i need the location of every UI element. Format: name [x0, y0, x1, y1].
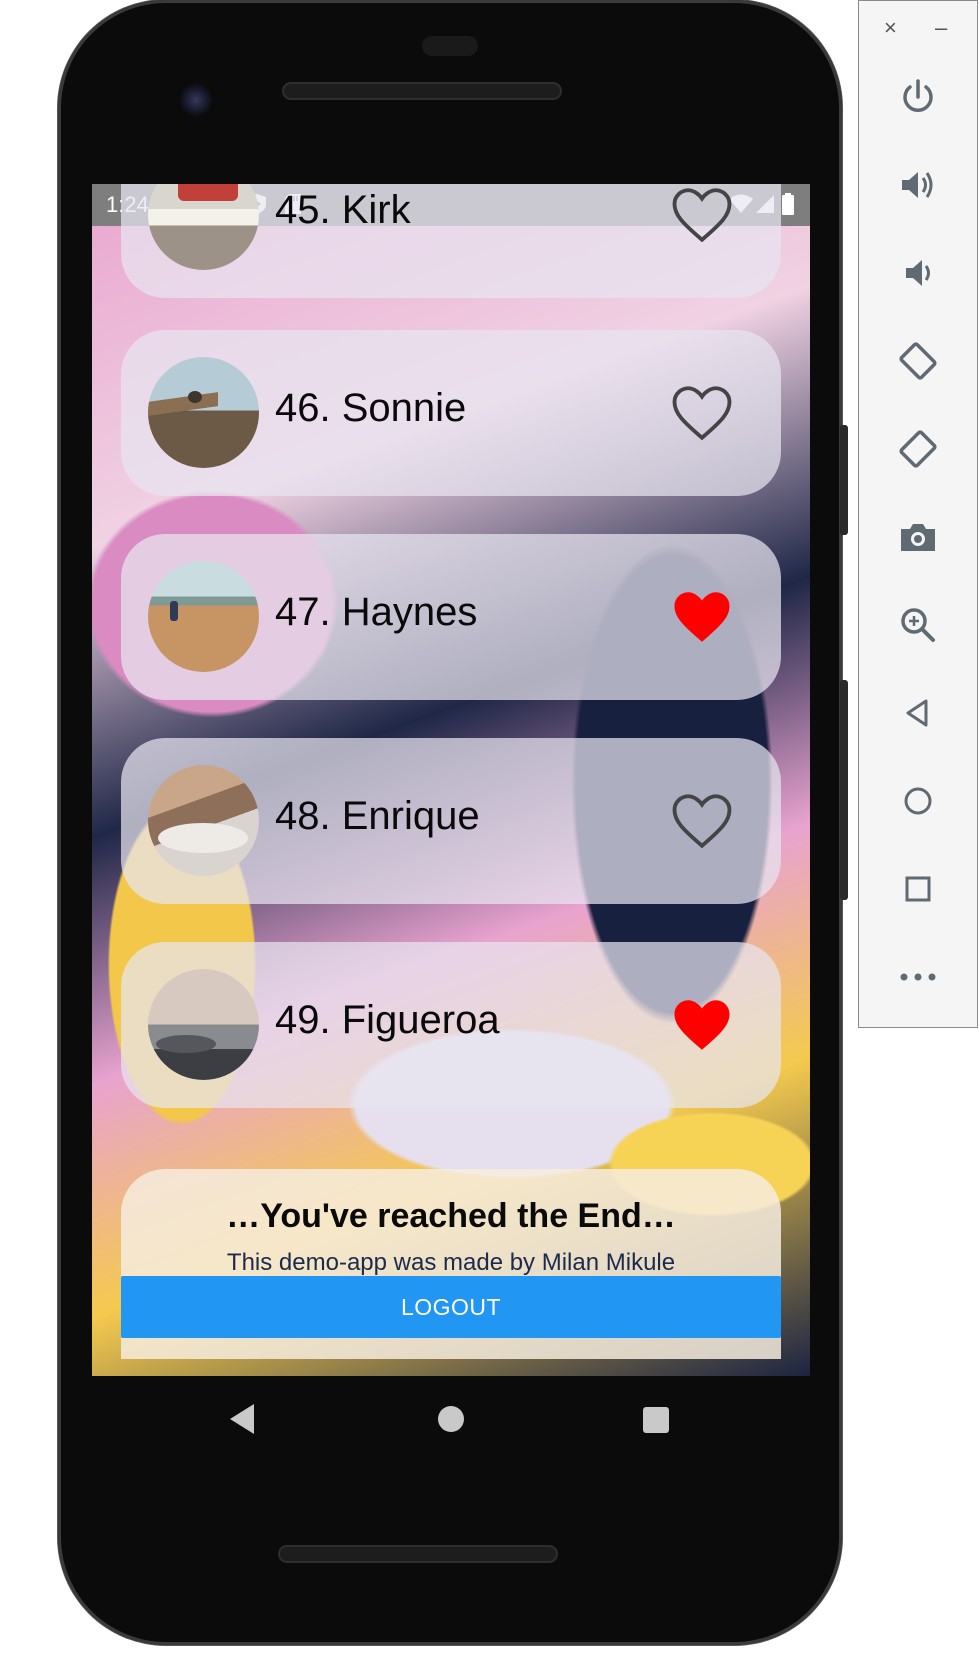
- earpiece: [422, 36, 478, 56]
- avatar: [148, 969, 259, 1080]
- battery-icon: [780, 193, 796, 215]
- power-side-button[interactable]: [840, 425, 848, 535]
- item-name: 49. Figueroa: [275, 998, 500, 1042]
- heart-outline-icon[interactable]: [669, 380, 735, 446]
- nav-back-icon[interactable]: [230, 1404, 254, 1434]
- heart-outline-icon[interactable]: [669, 788, 735, 854]
- avatar: [148, 357, 259, 468]
- nav-recents-icon[interactable]: [643, 1407, 669, 1433]
- volume-up-icon[interactable]: [859, 155, 977, 215]
- emulator-toolbar: × –: [858, 0, 978, 1028]
- bottom-speaker: [278, 1545, 558, 1563]
- overview-icon[interactable]: [859, 859, 977, 919]
- list-item[interactable]: 45. Kirk: [121, 184, 781, 298]
- android-nav-bar: [92, 1376, 810, 1460]
- app-screen: 1:24 A 45. Kirk: [92, 184, 810, 1376]
- list-item[interactable]: 47. Haynes: [121, 534, 781, 700]
- item-name: 45. Kirk: [275, 188, 411, 232]
- nav-home-icon[interactable]: [438, 1406, 464, 1432]
- item-name: 47. Haynes: [275, 590, 478, 634]
- rotate-left-icon[interactable]: [859, 331, 977, 391]
- screenshot-camera-icon[interactable]: [859, 507, 977, 567]
- avatar: [148, 765, 259, 876]
- heart-filled-icon[interactable]: [669, 584, 735, 650]
- front-camera: [178, 82, 214, 118]
- heart-filled-icon[interactable]: [669, 992, 735, 1058]
- item-name: 46. Sonnie: [275, 386, 467, 430]
- top-speaker: [282, 82, 562, 100]
- power-icon[interactable]: [859, 67, 977, 127]
- list-item[interactable]: 49. Figueroa: [121, 942, 781, 1108]
- back-icon[interactable]: [859, 683, 977, 743]
- list-item[interactable]: 48. Enrique: [121, 738, 781, 904]
- volume-down-icon[interactable]: [859, 243, 977, 303]
- volume-side-button[interactable]: [840, 680, 848, 900]
- avatar: [148, 184, 259, 270]
- end-title: …You've reached the End…: [226, 1197, 676, 1235]
- logout-button[interactable]: LOGOUT: [121, 1276, 781, 1338]
- minimize-icon[interactable]: –: [935, 15, 947, 41]
- item-name: 48. Enrique: [275, 794, 480, 838]
- heart-outline-icon[interactable]: [669, 184, 735, 248]
- credits-text: This demo-app was made by Milan Mikule: [226, 1249, 676, 1276]
- zoom-icon[interactable]: [859, 595, 977, 655]
- close-icon[interactable]: ×: [884, 15, 897, 41]
- avatar: [148, 561, 259, 672]
- more-icon[interactable]: [859, 947, 977, 1007]
- home-icon[interactable]: [859, 771, 977, 831]
- rotate-right-icon[interactable]: [859, 419, 977, 479]
- list-item[interactable]: 46. Sonnie: [121, 330, 781, 496]
